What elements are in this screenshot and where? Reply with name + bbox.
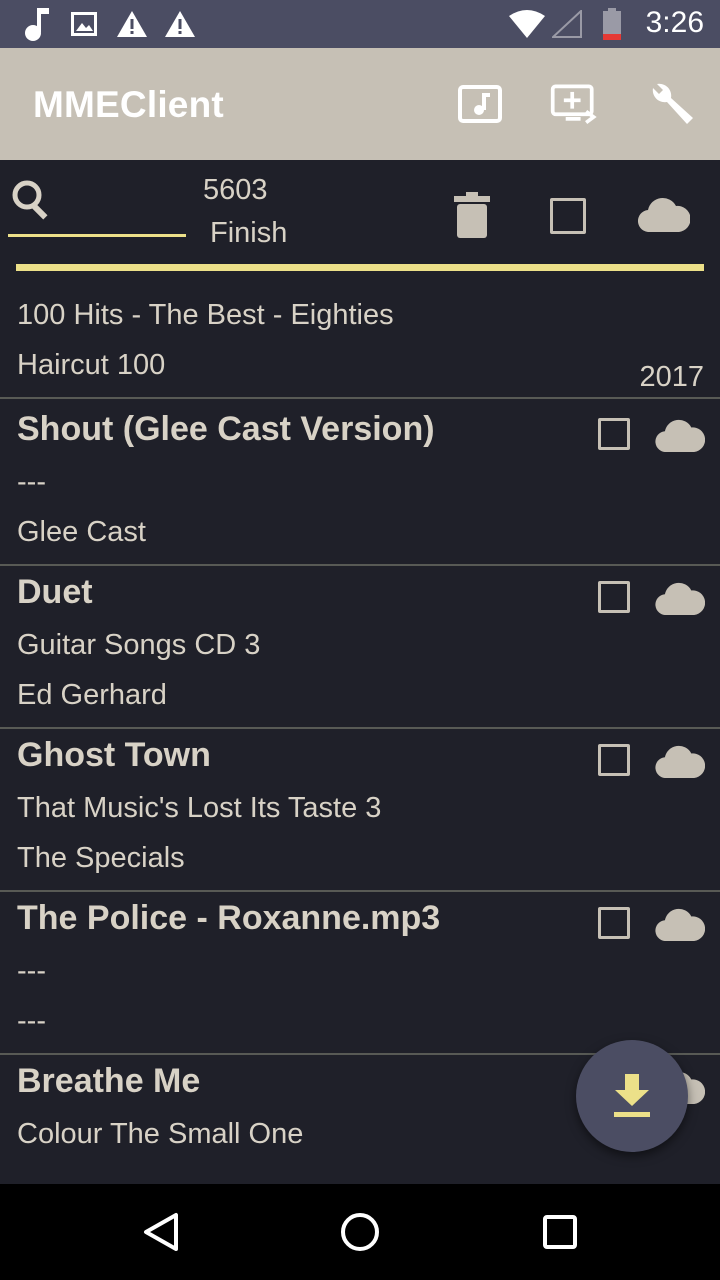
list-item[interactable]: Ghost Town That Music's Lost Its Taste 3… <box>0 728 720 892</box>
search-icon[interactable] <box>10 178 54 222</box>
track-checkbox[interactable] <box>598 907 630 939</box>
cloud-icon[interactable] <box>655 581 705 615</box>
track-artist: Glee Cast <box>17 516 146 548</box>
track-checkbox[interactable] <box>598 744 630 776</box>
track-artist: The Specials <box>17 842 185 874</box>
track-album: Colour The Small One <box>17 1118 304 1150</box>
wifi-icon <box>509 10 545 38</box>
warning-icon <box>117 11 147 37</box>
image-icon <box>71 12 97 36</box>
wrench-settings-icon[interactable] <box>645 78 697 130</box>
add-to-screen-icon[interactable] <box>549 78 601 130</box>
music-note-icon <box>25 8 49 41</box>
track-artist: Haircut 100 <box>17 349 166 381</box>
cloud-icon[interactable] <box>638 196 690 232</box>
download-icon <box>614 1074 650 1117</box>
track-year: 2017 <box>639 361 704 393</box>
progress-bar <box>16 264 704 271</box>
select-all-checkbox[interactable] <box>550 198 586 234</box>
app-bar: MMEClient <box>0 48 720 160</box>
battery-icon <box>603 8 621 40</box>
cloud-icon[interactable] <box>655 907 705 941</box>
track-artist: Ed Gerhard <box>17 679 167 711</box>
back-icon[interactable] <box>142 1212 180 1252</box>
track-album: That Music's Lost Its Taste 3 <box>17 792 382 824</box>
track-album: 100 Hits - The Best - Eighties <box>17 299 394 331</box>
download-button[interactable] <box>576 1040 688 1152</box>
search-input[interactable] <box>8 234 186 237</box>
sync-status: Finish <box>210 217 288 249</box>
list-item[interactable]: The Police - Roxanne.mp3 --- --- <box>0 891 720 1055</box>
track-checkbox[interactable] <box>598 418 630 450</box>
track-count: 5603 <box>203 174 268 206</box>
clock-time: 3:26 <box>645 6 704 39</box>
track-artist: --- <box>17 1005 46 1037</box>
home-icon[interactable] <box>340 1212 380 1252</box>
list-item[interactable]: Duet Guitar Songs CD 3 Ed Gerhard <box>0 565 720 729</box>
cell-signal-icon <box>552 10 582 38</box>
track-album: --- <box>17 466 46 498</box>
cloud-icon[interactable] <box>655 418 705 452</box>
music-library-icon[interactable] <box>455 78 507 130</box>
track-title: The Police - Roxanne.mp3 <box>17 899 441 937</box>
track-title: Breathe Me <box>17 1062 201 1100</box>
recents-icon[interactable] <box>542 1212 578 1252</box>
track-title: Duet <box>17 573 93 611</box>
cloud-icon[interactable] <box>655 744 705 778</box>
list-item[interactable]: Shout (Glee Cast Version) --- Glee Cast <box>0 402 720 566</box>
app-title: MMEClient <box>33 84 224 125</box>
warning-icon <box>165 11 195 37</box>
trash-icon[interactable] <box>454 192 490 240</box>
track-checkbox[interactable] <box>598 581 630 613</box>
list-item[interactable]: 100 Hits - The Best - Eighties Haircut 1… <box>0 272 720 399</box>
track-title: Shout (Glee Cast Version) <box>17 410 435 448</box>
status-bar: 3:26 <box>0 0 720 48</box>
track-title: Ghost Town <box>17 736 211 774</box>
navigation-bar <box>0 1184 720 1280</box>
track-album: --- <box>17 955 46 987</box>
track-album: Guitar Songs CD 3 <box>17 629 261 661</box>
